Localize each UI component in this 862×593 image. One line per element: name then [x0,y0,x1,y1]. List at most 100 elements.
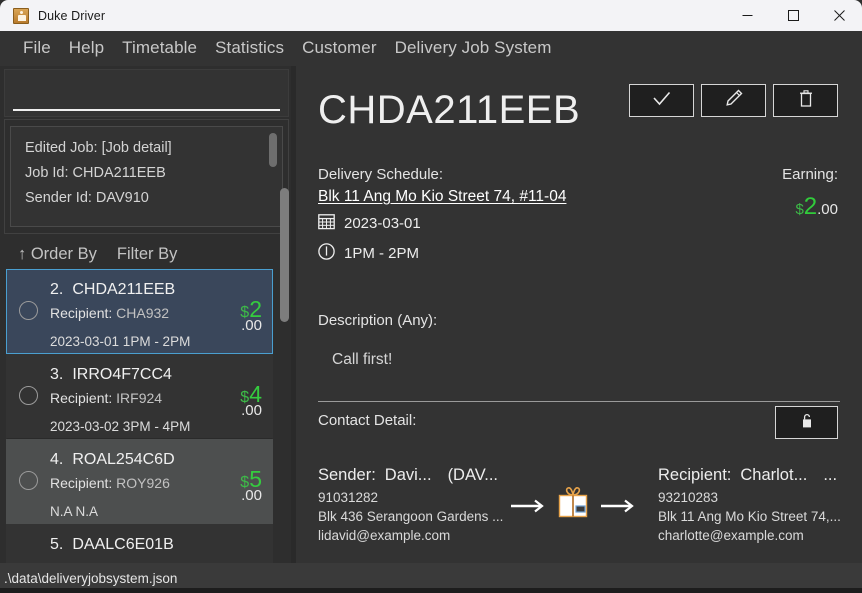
delivery-address-link[interactable]: Blk 11 Ang Mo Kio Street 74, #11-04 [318,188,566,206]
window-title: Duke Driver [38,8,106,23]
list-item[interactable]: 5. DAALC6E01B [6,524,273,563]
app-window: Duke Driver File Help Timetable Statisti… [0,0,862,593]
menu-item-timetable[interactable]: Timetable [113,37,206,61]
job-recipient-id: IRF924 [116,390,163,406]
job-schedule: 2023-03-01 1PM - 2PM [50,334,191,349]
job-number: 2. [50,281,64,298]
menu-item-customer[interactable]: Customer [293,37,386,61]
result-line: Sender Id: DAV910 [25,190,149,206]
title-bar-left: Duke Driver [0,7,724,24]
arrow-right-icon [601,499,635,513]
job-select-radio[interactable] [19,386,38,405]
sender-heading: Sender: Davi... (DAV... [318,466,503,485]
maximize-icon[interactable] [770,0,816,31]
trash-icon [799,89,813,112]
job-list-scrollbar[interactable] [280,188,289,322]
complete-button[interactable] [629,84,694,117]
transfer-indicator [511,484,635,527]
recipient-email: charlotte@example.com [658,528,804,543]
job-select-radio[interactable] [19,301,38,320]
earning-label: Earning: [782,166,838,183]
arrow-right-icon [511,499,545,513]
description-label: Description (Any): [318,312,438,329]
job-cents: .00 [241,402,262,419]
sender-contact: Sender: Davi... (DAV... 91031282 Blk 436 S… [318,466,503,545]
job-earning: $5 .00 [240,466,262,504]
window-controls [724,0,862,31]
result-box: Edited Job: [Job detail] Job Id: CHDA211… [4,119,289,234]
delivery-date-row: 2023-03-01 [318,213,421,234]
job-select-radio[interactable] [19,471,38,490]
result-box-scrollbar[interactable] [269,133,277,167]
sort-filter-bar: ↑ Order By Filter By [0,236,291,272]
menu-bar: File Help Timetable Statistics Customer … [0,31,862,66]
job-recipient-label: Recipient: [50,475,113,491]
delete-button[interactable] [773,84,838,117]
body-area: Edited Job: [Job detail] Job Id: CHDA211… [0,66,862,563]
job-earning: $2 .00 [240,296,262,334]
list-item[interactable]: 2. CHDA211EEB Recipient: CHA932 2023-03-0… [6,269,273,354]
job-cents: .00 [241,317,262,334]
job-list[interactable]: 2. CHDA211EEB Recipient: CHA932 2023-03-0… [0,269,291,563]
recipient-heading: Recipient: Charlot...... [658,466,841,485]
sender-phone: 91031282 [318,490,379,505]
job-number: 3. [50,366,64,383]
edit-button[interactable] [701,84,766,117]
earning-value: $2.00 [795,193,838,221]
title-bar: Duke Driver [0,0,862,31]
page-title: CHDA211EEB [318,88,581,132]
job-detail-panel: CHDA211EEB Delivery Schedule: Blk 11 Ang… [296,66,862,563]
background-peek [0,588,862,593]
job-recipient: Recipient: IRF924 [50,390,162,406]
close-icon[interactable] [816,0,862,31]
job-title: 5. DAALC6E01B [50,536,174,554]
menu-item-delivery-job-system[interactable]: Delivery Job System [386,37,561,61]
earning-amount: 2 [803,193,818,220]
delivery-date: 2023-03-01 [344,215,421,232]
job-recipient: Recipient: ROY926 [50,475,170,491]
duke-app-icon [13,7,29,24]
recipient-name: Charlot... [740,466,808,484]
menu-item-file[interactable]: File [14,37,60,61]
earning-cents: .00 [817,201,838,218]
command-box [4,69,289,117]
recipient-address: Blk 11 Ang Mo Kio Street 74,... [658,509,841,524]
job-cents: .00 [241,487,262,504]
job-id: ROAL254C6D [72,451,175,468]
section-divider [318,401,840,402]
minimize-icon[interactable] [724,0,770,31]
sender-email: lidavid@example.com [318,528,451,543]
job-recipient-id: ROY926 [116,475,170,491]
sender-uid: (DAV... [447,466,498,484]
job-schedule: N.A N.A [50,504,99,519]
delivery-time: 1PM - 2PM [344,245,420,262]
sidebar: Edited Job: [Job detail] Job Id: CHDA211… [0,66,291,563]
job-id: CHDA211EEB [72,281,176,298]
job-title: 2. CHDA211EEB [50,281,175,299]
recipient-phone: 93210283 [658,490,719,505]
status-file-path: .\data\deliveryjobsystem.json [4,570,178,586]
command-input[interactable] [13,91,280,111]
job-action-buttons [629,84,838,117]
menu-item-statistics[interactable]: Statistics [206,37,293,61]
menu-item-help[interactable]: Help [60,37,113,61]
job-recipient-label: Recipient: [50,390,113,406]
job-recipient-label: Recipient: [50,305,113,321]
delivery-time-row: 1PM - 2PM [318,243,419,264]
job-earning: $4 .00 [240,381,262,419]
filter-by-button[interactable]: Filter By [117,245,178,264]
job-detail-content: CHDA211EEB Delivery Schedule: Blk 11 Ang… [296,66,862,563]
sender-address: Blk 436 Serangoon Gardens ... [318,509,504,524]
list-item[interactable]: 4. ROAL254C6D Recipient: ROY926 N.A N.A $… [6,439,273,524]
order-by-button[interactable]: ↑ Order By [18,245,97,264]
job-number: 4. [50,451,64,468]
description-text: Call first! [332,351,393,368]
contact-detail-label: Contact Detail: [318,412,417,429]
earning-currency: $ [795,201,804,218]
list-item[interactable]: 3. IRRO4F7CC4 Recipient: IRF924 2023-03-0… [6,354,273,439]
unlock-contact-button[interactable] [775,406,838,439]
recipient-uid: ... [823,466,838,484]
job-schedule: 2023-03-02 3PM - 4PM [50,419,191,434]
job-title: 3. IRRO4F7CC4 [50,366,172,384]
pencil-icon [725,89,743,112]
